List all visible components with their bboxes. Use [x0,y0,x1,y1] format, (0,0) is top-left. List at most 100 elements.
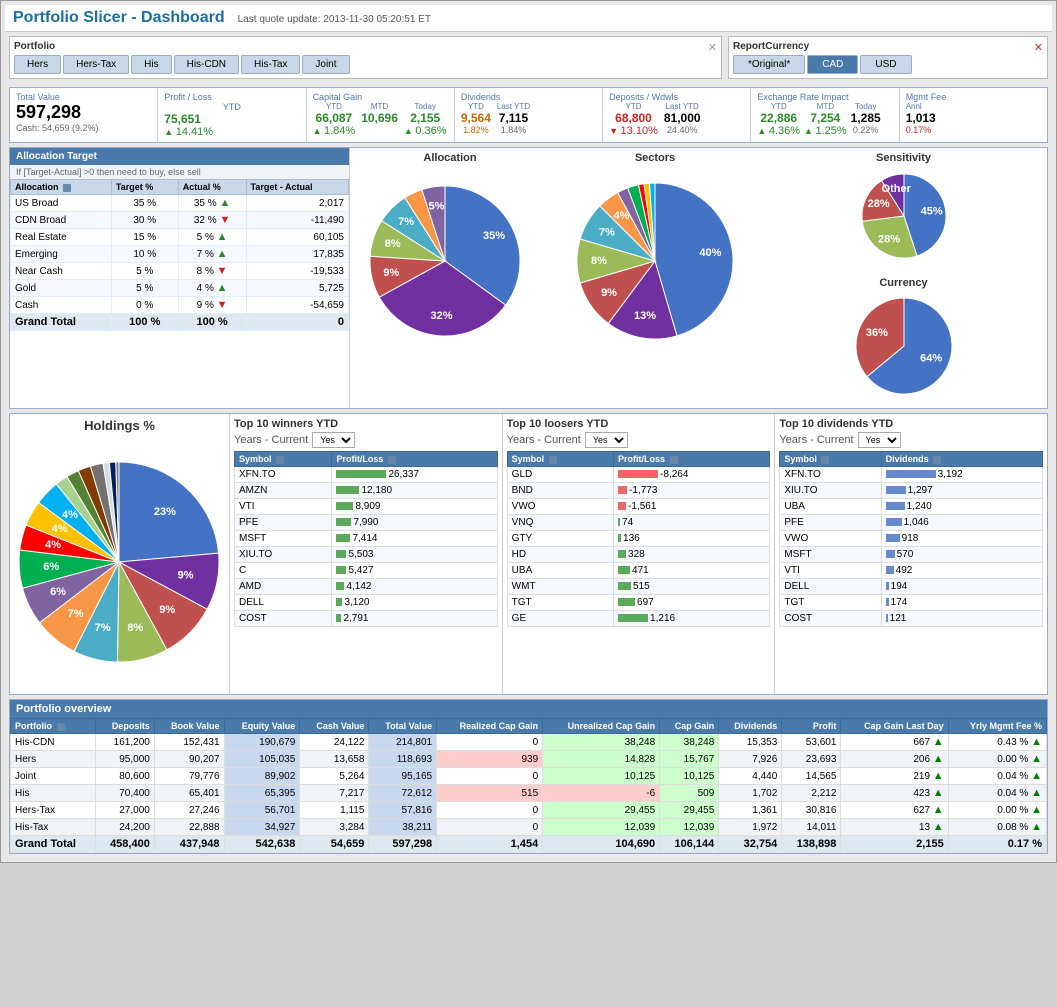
ov-div: 4,440 [719,768,782,785]
winner-value: 2,791 [332,611,497,627]
svg-text:4%: 4% [45,539,61,551]
sort-icon-loosers[interactable] [549,456,557,464]
sort-icon-winners[interactable] [276,456,284,464]
winner-value: 3,120 [332,595,497,611]
alloc-name: Cash [11,297,112,314]
sort-icon[interactable] [63,184,71,192]
looser-symbol: BND [507,483,613,499]
list-item: VWO 918 [780,531,1043,547]
tab-joint[interactable]: Joint [302,55,349,74]
ov-col-book: Book Value [154,719,224,734]
tab-his-cdn[interactable]: His-CDN [174,55,239,74]
ov-rcg: 0 [437,734,543,751]
svg-text:6%: 6% [43,561,59,573]
sort-ov-p[interactable] [57,723,65,731]
winners-col-symbol[interactable]: Symbol [235,452,332,467]
alloc-row: Real Estate 15 % 5 % ▲ 60,105 [11,229,349,246]
tab-hers-tax[interactable]: Hers-Tax [63,55,129,74]
alloc-diff: -19,533 [246,263,348,280]
ov-equity: 34,927 [224,819,300,836]
list-item: XFN.TO 26,337 [235,467,498,483]
ov-deposits: 24,200 [95,819,154,836]
holdings-pie-svg: 23%9%9%8%7%7%6%6%4%4%4% [14,437,224,687]
ov-cash: 3,284 [300,819,369,836]
list-item: TGT 697 [507,595,770,611]
ov-profit: 53,601 [782,734,841,751]
ov-cg: 509 [660,785,719,802]
winner-symbol: VTI [235,499,332,515]
holdings-title: Holdings % [14,418,225,433]
alloc-target: 10 % [111,246,178,263]
loosers-dropdown[interactable]: YesNo [585,432,628,448]
ov-div: 1,702 [719,785,782,802]
list-item: DELL 194 [780,579,1043,595]
winners-dropdown[interactable]: YesNo [312,432,355,448]
svg-text:9%: 9% [178,570,194,582]
ov-cash: 7,217 [300,785,369,802]
allocation-subtitle: If [Target-Actual] >0 then need to buy, … [10,165,349,179]
tab-usd[interactable]: USD [860,55,911,74]
winner-value: 7,414 [332,531,497,547]
winners-filter-label: Years - Current [234,434,308,446]
dividends-dropdown[interactable]: YesNo [858,432,901,448]
ov-total-cg: 106,144 [660,836,719,853]
ov-col-portfolio[interactable]: Portfolio [11,719,96,734]
ov-equity: 65,395 [224,785,300,802]
winners-col-pl[interactable]: Profit/Loss [332,452,497,467]
sort-icon-div-val[interactable] [933,456,941,464]
col-allocation[interactable]: Allocation [11,180,112,195]
alloc-total-actual: 100 % [178,314,246,331]
div-value: 194 [881,579,1042,595]
ov-deposits: 70,400 [95,785,154,802]
mid-row: Allocation Target If [Target-Actual] >0 … [9,147,1048,409]
ov-col-ucg: Unrealized Cap Gain [543,719,660,734]
ov-cash: 24,122 [300,734,369,751]
tab-hers[interactable]: Hers [14,55,61,74]
tab-his[interactable]: His [131,55,171,74]
list-item: WMT 515 [507,579,770,595]
alloc-actual: 8 % ▼ [178,263,246,280]
ov-ucg: 29,455 [543,802,660,819]
portfolio-label: Portfolio [14,41,55,52]
div-col-div[interactable]: Dividends [881,452,1042,467]
tab-cad[interactable]: CAD [807,55,858,74]
close-icon[interactable]: ✕ [708,41,717,55]
winner-symbol: DELL [235,595,332,611]
tab-original[interactable]: *Original* [733,55,805,74]
winner-value: 7,990 [332,515,497,531]
ov-total: 95,165 [369,768,437,785]
svg-text:13%: 13% [634,310,656,322]
list-item: VWO -1,561 [507,499,770,515]
dividends-title: Top 10 dividends YTD [779,418,1043,430]
allocation-pie-svg: 35%32%9%8%7%5% [355,166,545,346]
svg-text:64%: 64% [920,353,942,365]
list-item: PFE 1,046 [780,515,1043,531]
ov-fee: 0.04 % ▲ [948,785,1046,802]
ov-profit: 14,565 [782,768,841,785]
div-symbol: COST [780,611,881,627]
ov-div: 1,972 [719,819,782,836]
sort-icon-pl-l[interactable] [670,456,678,464]
close-icon-currency[interactable]: ✕ [1034,41,1043,55]
div-col-symbol[interactable]: Symbol [780,452,881,467]
list-item: BND -1,773 [507,483,770,499]
svg-text:5%: 5% [428,201,444,213]
allocation-title: Allocation Target [10,148,349,165]
ov-div: 15,353 [719,734,782,751]
winner-symbol: XFN.TO [235,467,332,483]
loosers-col-symbol[interactable]: Symbol [507,452,613,467]
loosers-col-pl[interactable]: Profit/Loss [614,452,770,467]
ov-col-cash: Cash Value [300,719,369,734]
ov-col-cg: Cap Gain [660,719,719,734]
last-update: Last quote update: 2013-11-30 05:20:51 E… [238,14,431,25]
alloc-target: 30 % [111,212,178,229]
total-value: 597,298 [16,102,151,123]
svg-text:9%: 9% [159,604,175,616]
total-value-label: Total Value [16,92,151,102]
sort-icon-pl[interactable] [388,456,396,464]
cg-today-label: Today [415,102,436,111]
div-symbol: XFN.TO [780,467,881,483]
ov-col-total: Total Value [369,719,437,734]
sort-icon-div[interactable] [821,456,829,464]
tab-his-tax[interactable]: His-Tax [241,55,300,74]
